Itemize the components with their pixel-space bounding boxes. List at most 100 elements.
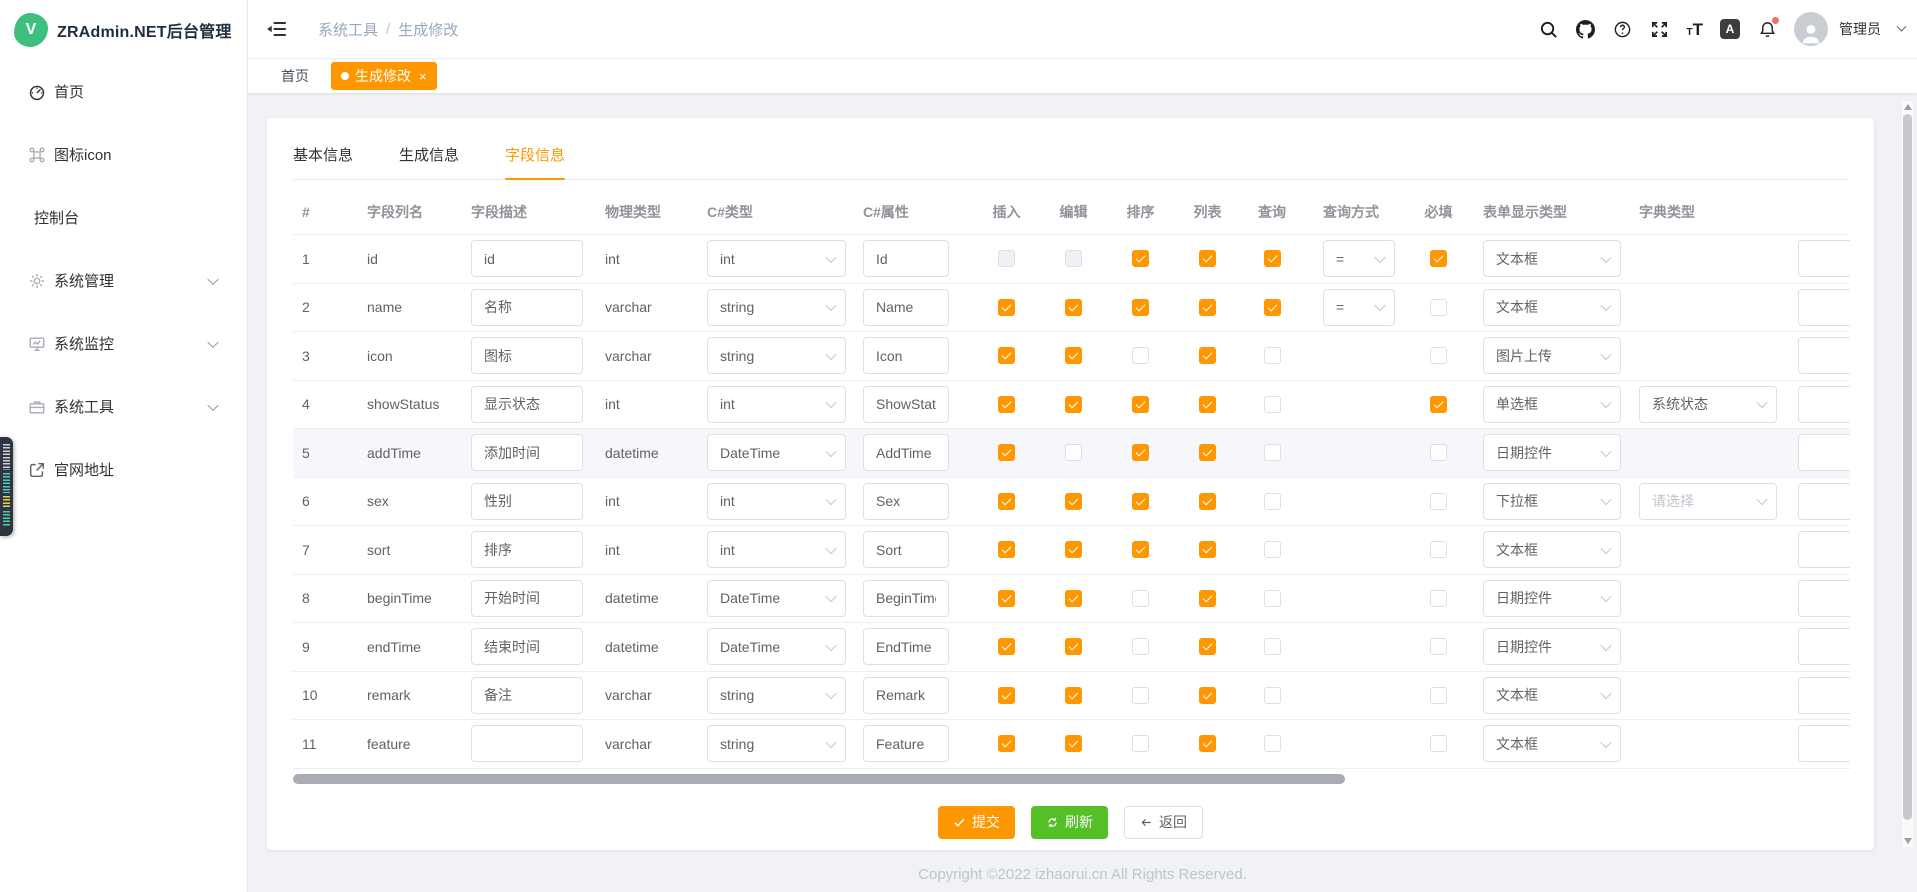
csharp-property-input[interactable] xyxy=(863,628,949,665)
edit-checkbox[interactable] xyxy=(1065,590,1082,607)
html-type-select[interactable]: 文本框 xyxy=(1483,531,1621,568)
query-checkbox[interactable] xyxy=(1264,687,1281,704)
edit-checkbox[interactable] xyxy=(1065,687,1082,704)
html-type-select[interactable]: 文本框 xyxy=(1483,725,1621,762)
sort-checkbox[interactable] xyxy=(1132,541,1149,558)
list-checkbox[interactable] xyxy=(1199,687,1216,704)
html-type-select[interactable]: 图片上传 xyxy=(1483,337,1621,374)
field-description-input[interactable] xyxy=(471,628,583,665)
field-description-input[interactable] xyxy=(471,677,583,714)
tab-tag[interactable]: 首页 xyxy=(273,62,317,90)
required-checkbox[interactable] xyxy=(1430,299,1447,316)
required-checkbox[interactable] xyxy=(1430,541,1447,558)
scrollbar-up-arrow[interactable] xyxy=(1904,104,1912,110)
query-checkbox[interactable] xyxy=(1264,250,1281,267)
extra-input[interactable] xyxy=(1798,434,1850,471)
tab-tag-active[interactable]: 生成修改× xyxy=(331,62,437,90)
required-checkbox[interactable] xyxy=(1430,347,1447,364)
insert-checkbox[interactable] xyxy=(998,590,1015,607)
extra-input[interactable] xyxy=(1798,289,1850,326)
notification-bell-icon[interactable] xyxy=(1757,19,1777,39)
edit-checkbox[interactable] xyxy=(1065,541,1082,558)
html-type-select[interactable]: 文本框 xyxy=(1483,289,1621,326)
extra-input[interactable] xyxy=(1798,531,1850,568)
insert-checkbox[interactable] xyxy=(998,735,1015,752)
list-checkbox[interactable] xyxy=(1199,541,1216,558)
stats-widget[interactable] xyxy=(0,437,13,536)
query-type-select[interactable]: = xyxy=(1323,240,1395,277)
required-checkbox[interactable] xyxy=(1430,638,1447,655)
field-description-input[interactable] xyxy=(471,240,583,277)
list-checkbox[interactable] xyxy=(1199,396,1216,413)
query-checkbox[interactable] xyxy=(1264,541,1281,558)
field-description-input[interactable] xyxy=(471,725,583,762)
insert-checkbox[interactable] xyxy=(998,347,1015,364)
extra-input[interactable] xyxy=(1798,240,1850,277)
edit-checkbox[interactable] xyxy=(1065,493,1082,510)
extra-input[interactable] xyxy=(1798,386,1850,423)
sidebar-item-home[interactable]: 首页 xyxy=(0,60,247,123)
query-checkbox[interactable] xyxy=(1264,396,1281,413)
query-checkbox[interactable] xyxy=(1264,735,1281,752)
horizontal-scrollbar-thumb[interactable] xyxy=(293,774,1345,784)
required-checkbox[interactable] xyxy=(1430,250,1447,267)
csharp-type-select[interactable]: int xyxy=(707,531,846,568)
tab-字段信息[interactable]: 字段信息 xyxy=(505,144,565,179)
extra-input[interactable] xyxy=(1798,725,1850,762)
edit-checkbox[interactable] xyxy=(1065,444,1082,461)
list-checkbox[interactable] xyxy=(1199,299,1216,316)
sort-checkbox[interactable] xyxy=(1132,299,1149,316)
query-checkbox[interactable] xyxy=(1264,638,1281,655)
html-type-select[interactable]: 文本框 xyxy=(1483,240,1621,277)
field-description-input[interactable] xyxy=(471,289,583,326)
user-name[interactable]: 管理员 xyxy=(1839,19,1881,39)
edit-checkbox[interactable] xyxy=(1065,347,1082,364)
sort-checkbox[interactable] xyxy=(1132,347,1149,364)
scrollbar-down-arrow[interactable] xyxy=(1904,838,1912,844)
edit-checkbox[interactable] xyxy=(1065,396,1082,413)
extra-input[interactable] xyxy=(1798,580,1850,617)
sort-checkbox[interactable] xyxy=(1132,590,1149,607)
sidebar-item-icon-page[interactable]: 图标icon xyxy=(0,123,247,186)
sort-checkbox[interactable] xyxy=(1132,638,1149,655)
csharp-type-select[interactable]: string xyxy=(707,337,846,374)
html-type-select[interactable]: 单选框 xyxy=(1483,386,1621,423)
field-description-input[interactable] xyxy=(471,531,583,568)
field-description-input[interactable] xyxy=(471,483,583,520)
edit-checkbox[interactable] xyxy=(1065,299,1082,316)
query-checkbox[interactable] xyxy=(1264,444,1281,461)
insert-checkbox[interactable] xyxy=(998,638,1015,655)
field-description-input[interactable] xyxy=(471,580,583,617)
extra-input[interactable] xyxy=(1798,337,1850,374)
html-type-select[interactable]: 下拉框 xyxy=(1483,483,1621,520)
csharp-type-select[interactable]: DateTime xyxy=(707,434,846,471)
sort-checkbox[interactable] xyxy=(1132,493,1149,510)
sidebar-item-console[interactable]: 控制台 xyxy=(0,186,247,249)
fullscreen-icon[interactable] xyxy=(1650,19,1670,39)
csharp-property-input[interactable] xyxy=(863,240,949,277)
tab-基本信息[interactable]: 基本信息 xyxy=(293,144,353,179)
edit-checkbox[interactable] xyxy=(1065,250,1082,267)
insert-checkbox[interactable] xyxy=(998,396,1015,413)
csharp-property-input[interactable] xyxy=(863,677,949,714)
csharp-property-input[interactable] xyxy=(863,483,949,520)
avatar[interactable] xyxy=(1794,12,1828,46)
csharp-type-select[interactable]: int xyxy=(707,386,846,423)
extra-input[interactable] xyxy=(1798,628,1850,665)
sort-checkbox[interactable] xyxy=(1132,687,1149,704)
breadcrumb-item[interactable]: 系统工具 xyxy=(318,19,378,40)
extra-input[interactable] xyxy=(1798,677,1850,714)
dict-type-select[interactable]: 请选择 xyxy=(1639,483,1777,520)
list-checkbox[interactable] xyxy=(1199,590,1216,607)
sort-checkbox[interactable] xyxy=(1132,735,1149,752)
help-icon[interactable] xyxy=(1613,19,1633,39)
html-type-select[interactable]: 日期控件 xyxy=(1483,628,1621,665)
csharp-type-select[interactable]: string xyxy=(707,677,846,714)
insert-checkbox[interactable] xyxy=(998,299,1015,316)
query-checkbox[interactable] xyxy=(1264,590,1281,607)
sidebar-item-system-monitor[interactable]: 系统监控 xyxy=(0,312,247,375)
csharp-type-select[interactable]: DateTime xyxy=(707,628,846,665)
query-checkbox[interactable] xyxy=(1264,347,1281,364)
csharp-type-select[interactable]: string xyxy=(707,725,846,762)
sidebar-item-system-tools[interactable]: 系统工具 xyxy=(0,375,247,438)
